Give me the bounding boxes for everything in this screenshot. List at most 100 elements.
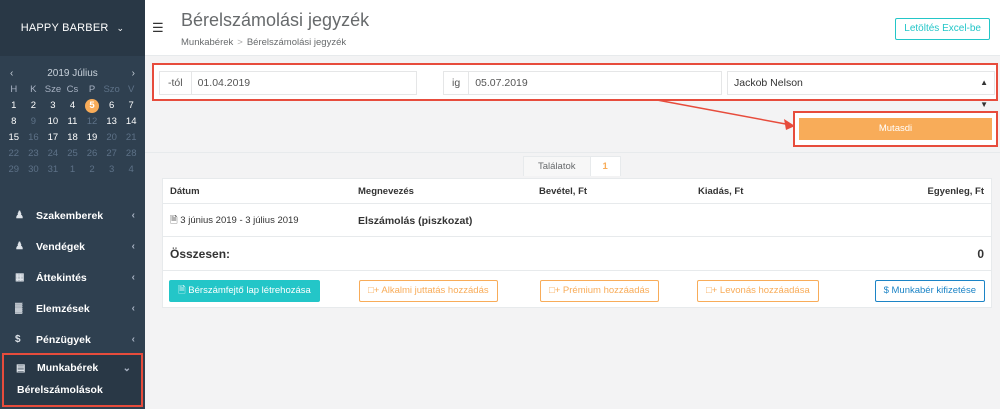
brand-dropdown[interactable]: HAPPY BARBER ⌄ [0, 0, 145, 56]
file-icon: 🗎 [178, 285, 186, 296]
select-arrows-icon: ▲ ▼ [980, 78, 988, 109]
sidebar-nav: ♟ Szakemberek ‹ ♟︎ Vendégek ‹ ▦ Áttekint… [0, 200, 145, 355]
add-occasional-bonus-button[interactable]: □+ Alkalmi juttatás hozzádás [359, 280, 498, 302]
sidebar-item-label: Szakemberek [36, 209, 104, 222]
sidebar-item-munkaberek[interactable]: ▤ Munkabérek ⌄ [4, 355, 141, 381]
calendar-day[interactable]: 11 [63, 115, 83, 129]
menu-toggle-icon[interactable]: ☰ [152, 20, 164, 36]
calendar-day[interactable]: 21 [121, 131, 141, 145]
row-name[interactable]: Elszámolás (piszkozat) [358, 205, 472, 237]
chevron-left-icon: ‹ [131, 303, 135, 314]
date-to-label: ig [443, 71, 469, 95]
date-to-input[interactable]: 05.07.2019 [468, 71, 723, 95]
sidebar-item-vendegek[interactable]: ♟︎ Vendégek ‹ [0, 231, 145, 262]
calendar-day[interactable]: 1 [4, 99, 24, 113]
calendar-day[interactable]: 3 [102, 163, 122, 177]
breadcrumb-separator: > [237, 37, 243, 48]
create-payslip-label: Bérszámfejtő lap létrehozása [188, 285, 311, 296]
calendar-day[interactable]: 30 [24, 163, 44, 177]
calendar-day[interactable]: 29 [4, 163, 24, 177]
sidebar-subitem-berelszamolasok[interactable]: Bérelszámolások [4, 381, 141, 403]
show-button[interactable]: Mutasdi [799, 118, 992, 140]
sidebar-item-penzugyek[interactable]: $ Pénzügyek ‹ [0, 324, 145, 355]
weekday-label: Szo [103, 84, 120, 95]
calendar-day[interactable]: 12 [82, 115, 102, 129]
chevron-left-icon: ‹ [131, 241, 135, 252]
calendar-day[interactable]: 16 [24, 131, 44, 145]
add-premium-button[interactable]: □+ Prémium hozzáadás [540, 280, 659, 302]
calendar-day[interactable]: 22 [4, 147, 24, 161]
add-deduction-button[interactable]: □+ Levonás hozzáadása [697, 280, 819, 302]
main-content: ☰ Bérelszámolási jegyzék Munkabérek > Bére… [145, 0, 1000, 409]
calendar-day[interactable]: 26 [82, 147, 102, 161]
calendar-day[interactable]: 28 [121, 147, 141, 161]
column-header-income: Bevétel, Ft [539, 186, 588, 197]
date-from-label: -tól [159, 71, 191, 95]
sidebar-active-section-highlight: ▤ Munkabérek ⌄ Bérelszámolások [2, 353, 143, 407]
calendar-day[interactable]: 24 [43, 147, 63, 161]
calendar-day[interactable]: 6 [102, 99, 122, 113]
id-card-icon: ▤ [16, 362, 26, 374]
sidebar-item-elemzesek[interactable]: ▓ Elemzések ‹ [0, 293, 145, 324]
bar-chart-icon: ▓ [15, 303, 23, 314]
breadcrumb-link[interactable]: Munkabérek [181, 37, 233, 48]
calendar-day[interactable]: 27 [102, 147, 122, 161]
th-icon: ▦ [15, 272, 25, 283]
calendar-day[interactable]: 20 [102, 131, 122, 145]
total-label: Összesen: [170, 247, 231, 261]
sidebar-item-label: Vendégek [36, 240, 86, 253]
calendar-day[interactable]: 14 [121, 115, 141, 129]
calendar-day[interactable]: 25 [63, 147, 83, 161]
calendar-day-today[interactable]: 5 [85, 99, 100, 113]
row-date-text: 3 június 2019 - 3 július 2019 [180, 215, 299, 226]
calendar-day[interactable]: 18 [63, 131, 83, 145]
calendar-day[interactable]: 19 [82, 131, 102, 145]
export-excel-button[interactable]: Letöltés Excel-be [895, 18, 990, 40]
calendar-day[interactable]: 4 [121, 163, 141, 177]
results-label: Találatok [524, 157, 591, 176]
employee-select[interactable]: Jackob Nelson ▲ ▼ [727, 71, 995, 109]
calendar-day[interactable]: 7 [121, 99, 141, 113]
add-occasional-bonus-label: + Alkalmi juttatás hozzádás [373, 285, 489, 296]
annotation-arrow [656, 99, 795, 130]
date-from-group: -tól 01.04.2019 [159, 71, 417, 95]
total-value: 0 [977, 247, 984, 261]
column-header-name: Megnevezés [358, 186, 414, 197]
sidebar-item-szakemberek[interactable]: ♟ Szakemberek ‹ [0, 200, 145, 231]
pay-wage-button[interactable]: $ Munkabér kifizetése [874, 280, 985, 302]
chevron-down-icon: ⌄ [116, 22, 125, 33]
table-row[interactable]: 🗎 3 június 2019 - 3 július 2019 Elszámol… [163, 205, 991, 237]
calendar-day[interactable]: 13 [102, 115, 122, 129]
document-icon: 🗎 [170, 215, 178, 226]
calendar-prev-button[interactable]: ‹ [10, 68, 13, 79]
calendar-day[interactable]: 10 [43, 115, 63, 129]
results-count: 1 [602, 161, 608, 172]
calendar-day[interactable]: 9 [24, 115, 44, 129]
row-date: 🗎 3 június 2019 - 3 július 2019 [170, 205, 299, 237]
calendar-day[interactable]: 2 [82, 163, 102, 177]
sidebar-item-attekintes[interactable]: ▦ Áttekintés ‹ [0, 262, 145, 293]
user-icon: ♟ [15, 210, 24, 221]
add-premium-label: + Prémium hozzáadás [554, 285, 650, 296]
calendar-day[interactable]: 3 [43, 99, 63, 113]
calendar-day[interactable]: 8 [4, 115, 24, 129]
date-from-input[interactable]: 01.04.2019 [190, 71, 417, 95]
calendar-day[interactable]: 4 [63, 99, 83, 113]
calendar-day[interactable]: 17 [43, 131, 63, 145]
weekday-label: Cs [66, 84, 79, 95]
calendar-day[interactable]: 31 [43, 163, 63, 177]
page-title: Bérelszámolási jegyzék [181, 10, 370, 30]
calendar-day[interactable]: 2 [24, 99, 44, 113]
calendar-day[interactable]: 15 [4, 131, 24, 145]
chevron-left-icon: ‹ [131, 334, 135, 345]
chevron-down-icon: ⌄ [122, 362, 131, 374]
chevron-left-icon: ‹ [131, 272, 135, 283]
create-payslip-button[interactable]: 🗎 Bérszámfejtő lap létrehozása [169, 280, 320, 302]
calendar-day[interactable]: 1 [63, 163, 83, 177]
calendar-day[interactable]: 23 [24, 147, 44, 161]
payroll-table-panel: Dátum Megnevezés Bevétel, Ft Kiadás, Ft … [162, 178, 992, 308]
weekday-label: K [30, 84, 37, 95]
calendar-month-label[interactable]: 2019 Július [47, 68, 98, 79]
dollar-icon: $ [15, 334, 21, 345]
calendar-next-button[interactable]: › [132, 68, 135, 79]
